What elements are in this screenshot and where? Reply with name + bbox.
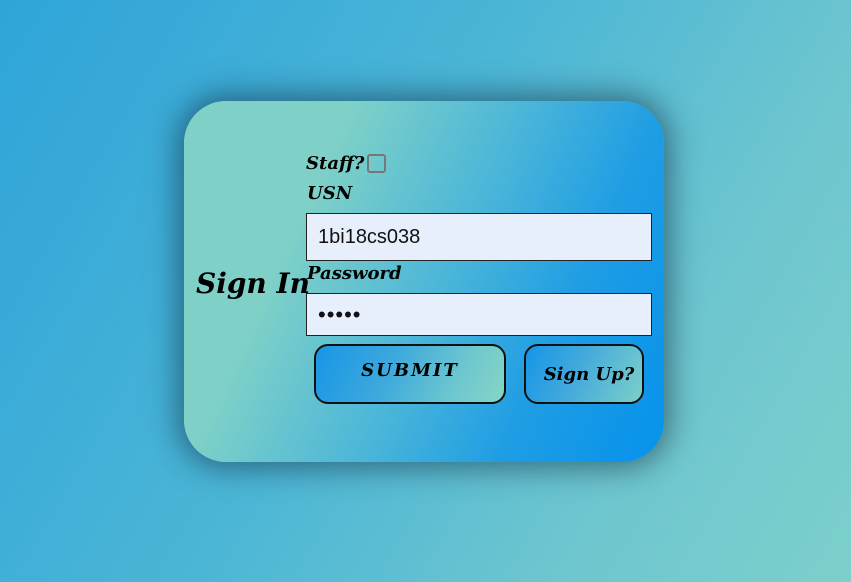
page-title: Sign In [196, 267, 310, 300]
sign-in-card: Sign In Staff? USN 1bi18cs038 Password •… [184, 101, 664, 462]
sign-up-button-label: Sign Up? [543, 363, 635, 385]
staff-label: Staff? [306, 153, 365, 174]
password-label: Password [307, 263, 402, 284]
staff-checkbox[interactable] [367, 154, 387, 173]
usn-label: USN [307, 183, 353, 204]
password-input[interactable]: ••••• [306, 293, 652, 336]
sign-up-button[interactable]: Sign Up? [524, 344, 644, 404]
submit-button[interactable]: SUBMIT [314, 344, 506, 404]
submit-button-label: SUBMIT [361, 359, 459, 381]
staff-row: Staff? [306, 153, 387, 174]
usn-input[interactable]: 1bi18cs038 [306, 213, 652, 261]
